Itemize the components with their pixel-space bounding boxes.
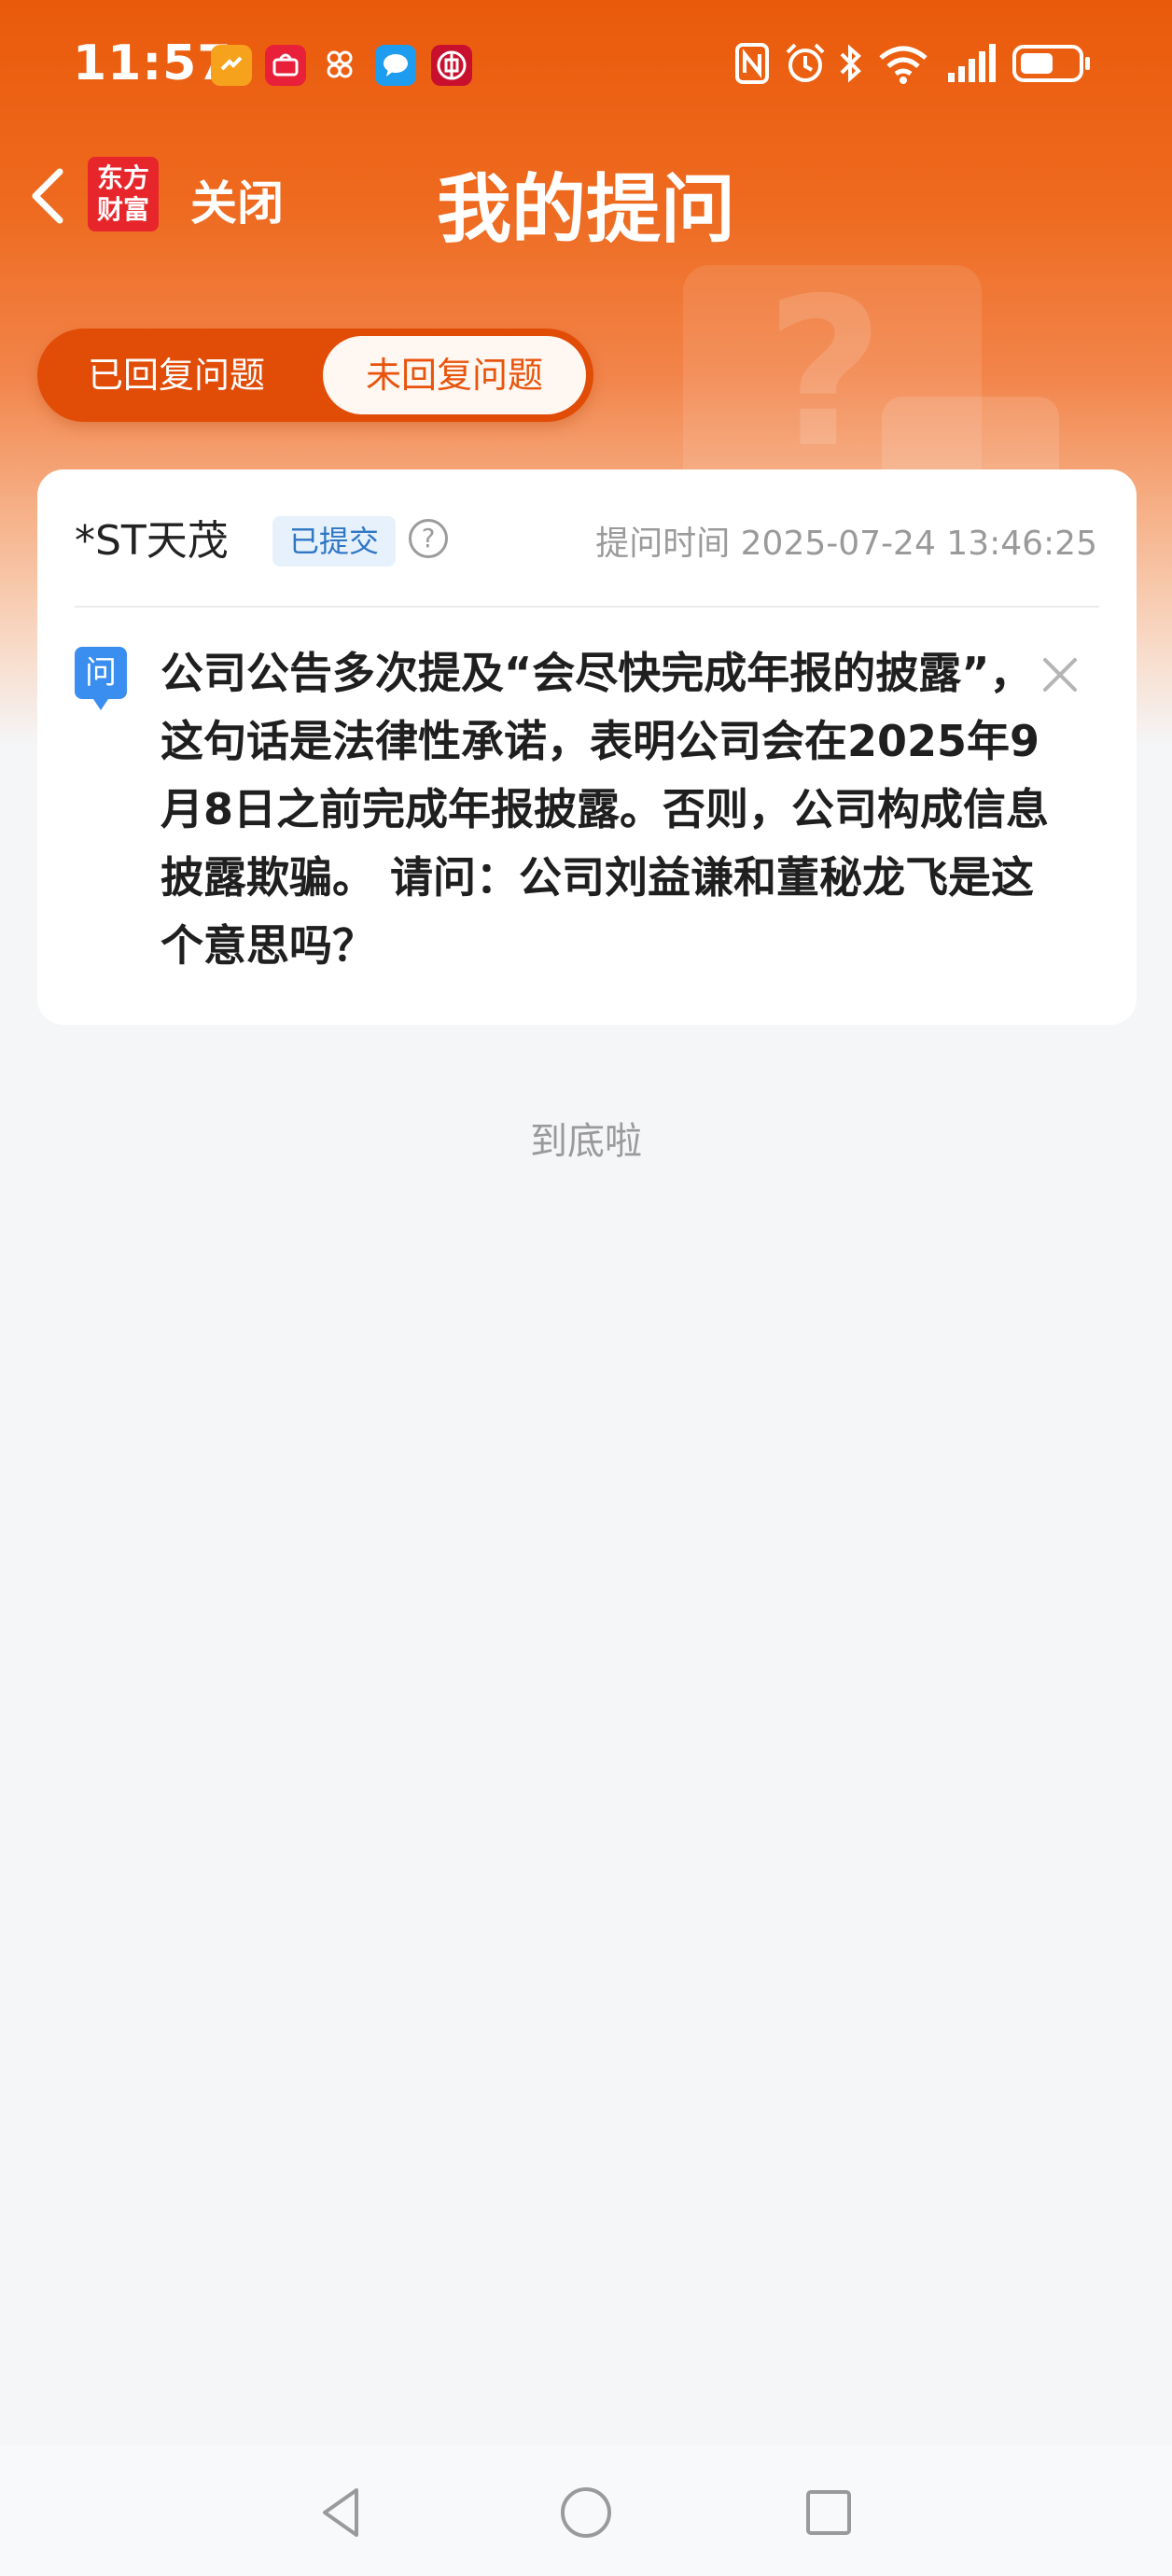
status-bar: 11:57 [0,0,1172,131]
navigation-bar: 东方 财富 关闭 我的提问 [0,140,1172,253]
question-tabs: 已回复问题 未回复问题 [37,329,593,422]
signal-icon [948,44,996,82]
health-app-icon [211,45,252,86]
huawei-store-icon [265,45,306,86]
decorative-question-mark-icon: ? [765,254,885,493]
question-card[interactable]: *ST天茂 已提交 ? 提问时间 2025-07-24 13:46:25 问 公… [37,469,1137,1025]
nfc-icon [735,43,769,84]
end-of-list-text: 到底啦 [530,1120,642,1163]
bluetooth-icon [840,44,861,83]
recents-square-icon[interactable] [801,2483,857,2542]
message-icon [375,45,416,86]
card-divider [75,606,1099,608]
status-badge: 已提交 [272,516,396,567]
status-time: 11:57 [73,35,232,91]
tab-unreplied-questions[interactable]: 未回复问题 [323,336,586,414]
back-triangle-icon[interactable] [314,2483,370,2542]
cluster-icon [319,45,360,86]
battery-icon [1012,45,1090,82]
question-badge-icon: 问 [75,647,127,710]
close-icon[interactable] [1036,651,1084,699]
help-icon[interactable]: ? [409,519,448,558]
wifi-icon [879,46,928,84]
stock-name[interactable]: *ST天茂 [75,507,229,567]
ask-time: 提问时间 2025-07-24 13:46:25 [595,525,1097,563]
question-text: 公司公告多次提及“会尽快完成年报的披露”，这句话是法律性承诺，表明公司会在202… [160,648,1050,971]
home-circle-icon[interactable] [556,2483,616,2542]
system-navigation-bar [0,2445,1172,2576]
alarm-icon [786,43,825,82]
page-title: 我的提问 [437,166,735,253]
tab-replied-questions[interactable]: 已回复问题 [37,329,315,422]
bank-icon [431,45,472,86]
